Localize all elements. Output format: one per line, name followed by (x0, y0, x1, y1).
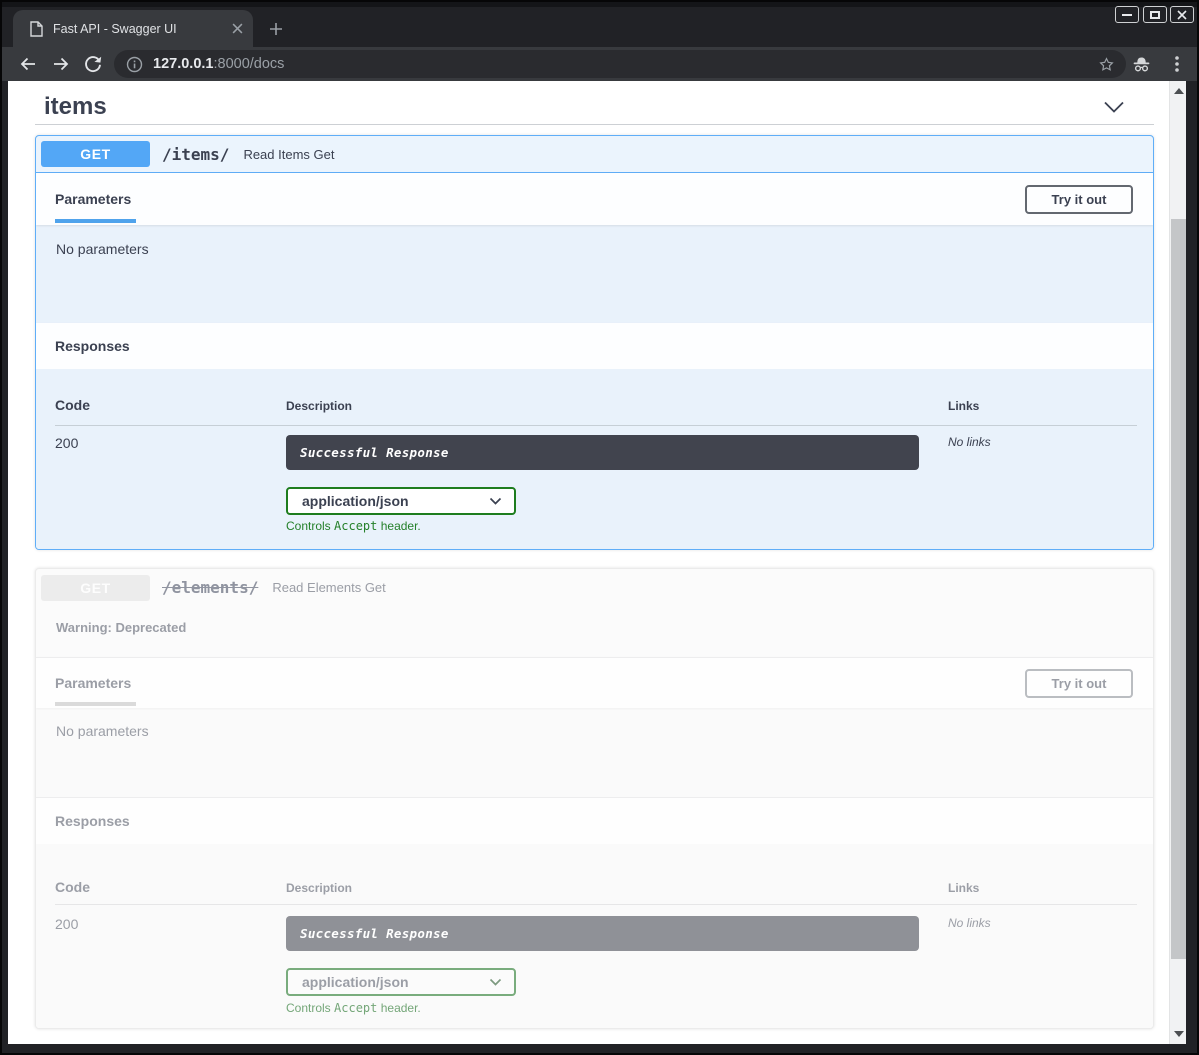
accept-header-note: Controls Accept header. (286, 519, 421, 533)
operation-path: /elements/ (162, 578, 258, 597)
browser-toolbar: 127.0.0.1:8000/docs (2, 47, 1197, 81)
accept-note-prefix: Controls (286, 1001, 334, 1015)
responses-table: Code Description Links 200 Successful Re… (36, 844, 1153, 1028)
accept-header-note: Controls Accept header. (286, 1001, 421, 1015)
table-divider (55, 904, 1137, 905)
no-links-text: No links (948, 435, 991, 449)
forward-icon[interactable] (51, 54, 71, 74)
accept-note-suffix: header. (377, 1001, 420, 1015)
media-type-select[interactable]: application/json (286, 968, 516, 996)
operation-summary-text: Read Items Get (243, 147, 334, 162)
response-description-text: Successful Response (300, 926, 449, 941)
media-type-select[interactable]: application/json (286, 487, 516, 515)
opblock-summary[interactable]: GET /elements/ Read Elements Get (36, 569, 1153, 606)
tab-close-icon[interactable] (232, 23, 243, 34)
responses-header-row: Responses (36, 797, 1153, 844)
tab-parameters[interactable]: Parameters (55, 675, 131, 691)
media-type-value: application/json (302, 493, 409, 509)
opblock-get-elements-deprecated: GET /elements/ Read Elements Get Warning… (35, 568, 1154, 1029)
url-host: 127.0.0.1 (153, 56, 213, 72)
column-header-description: Description (286, 881, 352, 895)
bookmark-star-icon[interactable] (1097, 55, 1116, 74)
page-favicon-icon (29, 21, 43, 37)
responses-header-row: Responses (36, 323, 1153, 369)
site-info-icon[interactable] (126, 56, 143, 73)
window-frame-edge (2, 2, 1197, 7)
accept-note-prefix: Controls (286, 519, 334, 533)
responses-title: Responses (55, 813, 130, 829)
responses-table: Code Description Links 200 Successful Re… (36, 369, 1153, 549)
active-tab-underline (55, 702, 136, 706)
plus-icon (269, 22, 283, 36)
close-icon (1177, 10, 1187, 20)
browser-window: Fast API - Swagger UI (0, 0, 1199, 1055)
window-maximize-button[interactable] (1143, 6, 1167, 23)
response-description-box: Successful Response (286, 916, 919, 951)
tab-title: Fast API - Swagger UI (53, 22, 232, 36)
try-it-out-button[interactable]: Try it out (1025, 185, 1133, 214)
deprecated-warning: Warning: Deprecated (36, 606, 1153, 657)
browser-tab[interactable]: Fast API - Swagger UI (13, 10, 253, 47)
opblock-get-items: GET /items/ Read Items Get Parameters Tr… (35, 135, 1154, 550)
back-icon[interactable] (18, 54, 38, 74)
page-scrollbar[interactable] (1169, 81, 1186, 1044)
table-divider (55, 425, 1137, 426)
response-code: 200 (55, 435, 78, 451)
browser-menu-icon[interactable] (1170, 54, 1184, 74)
window-close-button[interactable] (1170, 6, 1194, 23)
select-chevron-icon (489, 978, 502, 987)
minimize-icon (1122, 14, 1132, 16)
url-path: :8000/docs (213, 56, 284, 72)
method-badge: GET (41, 575, 150, 601)
window-minimize-button[interactable] (1115, 6, 1139, 23)
page-content: items GET /items/ Read Items Get Paramet… (8, 81, 1186, 1044)
parameters-header-row: Parameters Try it out (36, 657, 1153, 708)
tag-section-title: items (44, 93, 107, 121)
response-code: 200 (55, 916, 78, 932)
chevron-down-icon[interactable] (1102, 96, 1126, 118)
no-parameters-text: No parameters (56, 241, 149, 257)
media-type-value: application/json (302, 974, 409, 990)
column-header-code: Code (55, 879, 90, 895)
column-header-description: Description (286, 399, 352, 413)
select-chevron-icon (489, 497, 502, 506)
opblock-summary[interactable]: GET /items/ Read Items Get (36, 136, 1153, 173)
tag-section-items[interactable]: items (35, 90, 1154, 125)
method-badge: GET (41, 141, 150, 167)
try-it-out-button[interactable]: Try it out (1025, 669, 1133, 698)
url-text: 127.0.0.1:8000/docs (153, 56, 284, 72)
scrollbar-up-arrow-icon[interactable] (1174, 88, 1184, 94)
response-description-text: Successful Response (300, 445, 449, 460)
accept-note-suffix: header. (377, 519, 420, 533)
tab-strip: Fast API - Swagger UI (2, 2, 1197, 47)
address-bar[interactable]: 127.0.0.1:8000/docs (114, 50, 1126, 78)
column-header-links: Links (948, 881, 979, 895)
accept-note-mono: Accept (334, 1001, 377, 1015)
operation-summary-text: Read Elements Get (272, 580, 385, 595)
scrollbar-down-arrow-icon[interactable] (1174, 1031, 1184, 1037)
no-links-text: No links (948, 916, 991, 930)
active-tab-underline (55, 219, 136, 223)
responses-title: Responses (55, 338, 130, 354)
no-parameters-text: No parameters (56, 723, 149, 739)
column-header-links: Links (948, 399, 979, 413)
accept-note-mono: Accept (334, 519, 377, 533)
column-header-code: Code (55, 397, 90, 413)
maximize-icon (1150, 11, 1160, 19)
parameters-body: No parameters (36, 225, 1153, 323)
response-description-box: Successful Response (286, 435, 919, 470)
scrollbar-thumb[interactable] (1171, 219, 1186, 959)
parameters-header-row: Parameters Try it out (36, 173, 1153, 225)
incognito-icon (1131, 54, 1152, 74)
swagger-ui: items GET /items/ Read Items Get Paramet… (35, 81, 1154, 1029)
reload-icon[interactable] (83, 54, 103, 74)
tab-parameters[interactable]: Parameters (55, 191, 131, 207)
parameters-body: No parameters (36, 708, 1153, 797)
operation-path: /items/ (162, 145, 229, 164)
new-tab-button[interactable] (264, 17, 288, 41)
